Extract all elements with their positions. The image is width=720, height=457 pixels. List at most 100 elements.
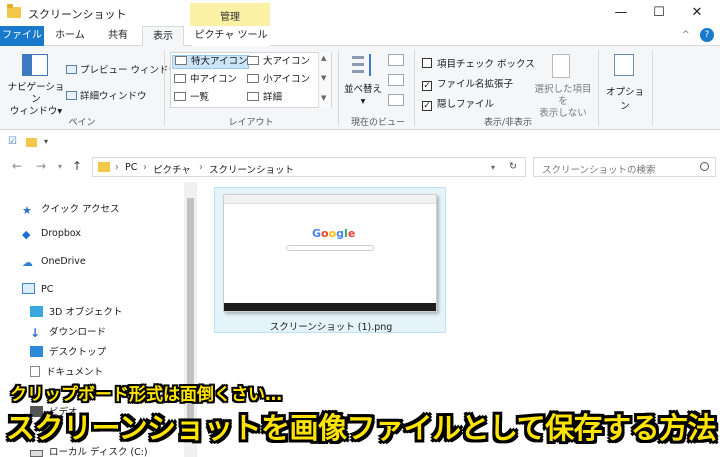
folder-icon <box>98 162 110 172</box>
checkbox-checked[interactable]: ✓ <box>422 101 432 111</box>
tab-file[interactable]: ファイル <box>0 26 44 46</box>
hide-selected-icon <box>552 54 570 78</box>
group-divider <box>652 50 653 126</box>
nav-item-onedrive[interactable]: ☁ OneDrive <box>22 256 86 269</box>
layout-details[interactable]: 詳細 <box>245 91 282 105</box>
nav-item-label: PC <box>41 284 54 295</box>
nav-item-pc[interactable]: PC <box>22 283 53 295</box>
gallery-more-icon[interactable]: ▼ <box>321 94 326 102</box>
list-icon <box>174 92 186 101</box>
address-bar[interactable]: › PC › ピクチャ › スクリーンショット ▾ ↻ <box>92 157 526 177</box>
layout-extra-large-icons[interactable]: 特大アイコン <box>172 55 249 69</box>
search-placeholder: スクリーンショットの検索 <box>542 165 656 176</box>
file-name: スクリーンショット (1).png <box>269 322 393 333</box>
extra-large-icons-icon <box>175 56 187 65</box>
breadcrumb-pictures[interactable]: ピクチャ <box>153 162 191 176</box>
scroll-down-icon[interactable]: ▼ <box>321 74 326 82</box>
file-extensions-toggle[interactable]: ✓ ファイル名拡張子 <box>422 76 513 91</box>
dropbox-icon: ◆ <box>22 228 31 241</box>
image-thumbnail: Google <box>223 194 437 312</box>
details-pane-icon <box>66 91 77 100</box>
small-icons-icon <box>247 74 259 83</box>
breadcrumb-pc[interactable]: PC <box>125 162 137 173</box>
group-by-icon[interactable] <box>388 54 404 66</box>
tab-picture-tools[interactable]: ピクチャ ツール <box>192 26 270 46</box>
search-icon[interactable] <box>700 162 709 171</box>
navigation-pane-button[interactable]: ナビゲーション ウィンドウ▾ <box>6 82 66 118</box>
hidden-items-toggle[interactable]: ✓ 隠しファイル <box>422 96 494 111</box>
refresh-icon[interactable]: ↻ <box>509 161 517 172</box>
pane-group-label: ペイン <box>68 118 96 128</box>
sort-by-button[interactable]: 並べ替え ▾ <box>340 84 386 108</box>
search-input[interactable]: スクリーンショットの検索 <box>533 157 716 177</box>
tab-share[interactable]: 共有 <box>96 26 140 46</box>
layout-item-label: 大アイコン <box>263 56 311 67</box>
tab-view[interactable]: 表示 <box>142 26 184 47</box>
item-checkboxes-toggle[interactable]: 項目チェック ボックス <box>422 56 535 70</box>
minimize-button[interactable]: — <box>606 4 636 22</box>
thumbnail-taskbar <box>224 303 436 311</box>
options-button[interactable]: オプション <box>602 84 648 112</box>
address-history-icon[interactable]: ▾ <box>491 163 495 172</box>
nav-item-label: ダウンロード <box>49 327 107 338</box>
layout-gallery-scroll[interactable]: ▲ ▼ ▼ <box>318 52 331 108</box>
layout-small-icons[interactable]: 小アイコン <box>245 73 310 87</box>
properties-icon[interactable]: ☑ <box>8 136 17 147</box>
maximize-button[interactable]: ☐ <box>644 4 674 22</box>
sort-icon[interactable] <box>352 54 376 76</box>
scroll-up-icon[interactable]: ▲ <box>321 54 326 62</box>
medium-icons-icon <box>174 74 186 83</box>
layout-large-icons[interactable]: 大アイコン <box>245 55 310 69</box>
layout-item-label: 中アイコン <box>190 74 238 85</box>
address-row: ← → ▾ ↑ › PC › ピクチャ › スクリーンショット ▾ ↻ スクリー… <box>0 154 720 180</box>
window-title: スクリーンショット <box>28 8 127 21</box>
breadcrumb-separator[interactable]: › <box>143 162 147 173</box>
layout-item-label: 特大アイコン <box>191 56 248 67</box>
help-icon[interactable]: ? <box>700 28 714 42</box>
close-button[interactable]: ✕ <box>682 4 712 22</box>
group-divider <box>164 50 165 126</box>
options-icon[interactable] <box>614 54 634 76</box>
banner-subtitle: クリップボード形式は面倒くさい… <box>10 385 282 405</box>
nav-item-3d-objects[interactable]: 3D オブジェクト <box>30 304 122 318</box>
nav-item-label: ドキュメント <box>46 367 104 378</box>
size-columns-icon[interactable] <box>388 94 404 106</box>
tab-home[interactable]: ホーム <box>48 26 92 46</box>
details-pane-button[interactable]: 詳細ウィンドウ <box>66 88 147 102</box>
ribbon-collapse-icon[interactable]: ^ <box>682 30 690 40</box>
back-icon[interactable]: ← <box>12 159 22 173</box>
breadcrumb-separator[interactable]: › <box>199 162 203 173</box>
new-folder-icon[interactable] <box>26 138 37 147</box>
add-columns-icon[interactable] <box>388 74 404 86</box>
breadcrumb-separator[interactable]: › <box>115 162 119 173</box>
navigation-pane-icon[interactable] <box>22 54 48 76</box>
forward-icon[interactable]: → <box>36 159 46 173</box>
thumbnail-search-box <box>286 245 374 251</box>
nav-item-downloads[interactable]: ↓ ダウンロード <box>30 324 107 340</box>
customize-toolbar-icon[interactable]: ▾ <box>44 137 48 146</box>
cloud-icon: ☁ <box>22 256 33 269</box>
file-tile-selected[interactable]: Google スクリーンショット (1).png <box>214 187 446 333</box>
nav-item-dropbox[interactable]: ◆ Dropbox <box>22 228 81 241</box>
breadcrumb-screenshots[interactable]: スクリーンショット <box>209 162 294 176</box>
up-icon[interactable]: ↑ <box>72 159 82 173</box>
disk-icon <box>30 450 43 457</box>
nav-item-documents[interactable]: ドキュメント <box>30 364 103 378</box>
pc-icon <box>22 283 35 294</box>
checkbox-checked[interactable]: ✓ <box>422 81 432 91</box>
layout-medium-icons[interactable]: 中アイコン <box>172 73 237 87</box>
quick-access-toolbar: ☑ ▾ <box>0 131 720 153</box>
group-divider <box>338 50 339 126</box>
preview-pane-icon <box>66 65 77 74</box>
folder-icon <box>7 4 21 18</box>
checkbox-unchecked[interactable] <box>422 58 432 68</box>
recent-locations-icon[interactable]: ▾ <box>58 162 62 171</box>
nav-item-label: クイック アクセス <box>41 204 120 215</box>
layout-item-label: 小アイコン <box>263 74 311 85</box>
layout-list[interactable]: 一覧 <box>172 91 209 105</box>
nav-item-quick-access[interactable]: ★ クイック アクセス <box>22 201 120 217</box>
nav-item-desktop[interactable]: デスクトップ <box>30 344 106 358</box>
star-icon: ★ <box>22 204 32 217</box>
group-divider <box>414 50 415 126</box>
preview-pane-button[interactable]: プレビュー ウィンドウ <box>66 62 178 76</box>
